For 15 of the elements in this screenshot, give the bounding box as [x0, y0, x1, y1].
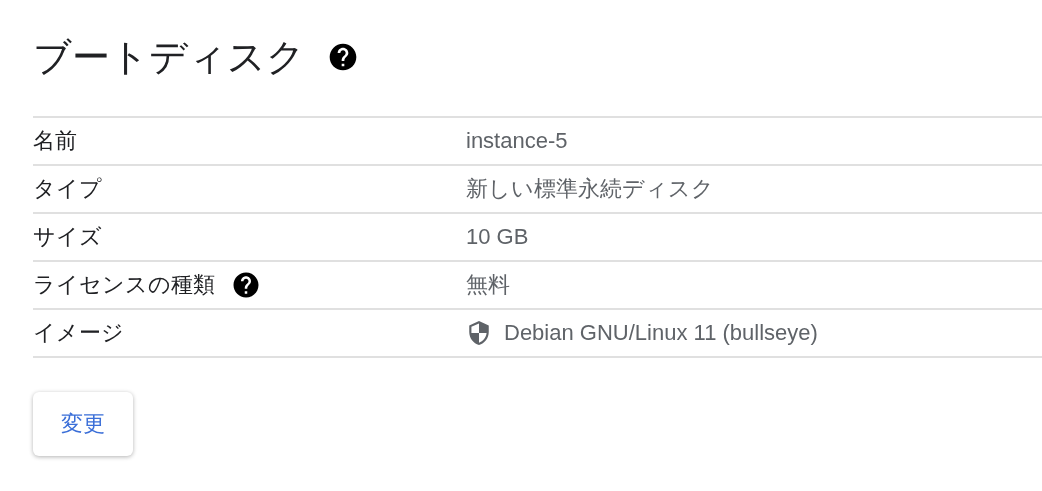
change-button[interactable]: 変更 [33, 392, 133, 456]
row-value: 無料 [466, 271, 510, 299]
row-label: 名前 [33, 127, 77, 155]
row-label: ライセンスの種類 [33, 271, 215, 299]
help-icon[interactable] [327, 41, 359, 73]
row-label: サイズ [33, 223, 102, 251]
help-icon[interactable] [231, 270, 261, 300]
row-value: instance-5 [466, 128, 568, 154]
row-value: 10 GB [466, 224, 529, 250]
row-label: タイプ [33, 175, 102, 203]
row-value: 新しい標準永続ディスク [466, 175, 714, 203]
row-value: Debian GNU/Linux 11 (bullseye) [504, 320, 818, 346]
row-label: イメージ [33, 319, 124, 347]
shield-icon [466, 320, 492, 346]
section-title: ブートディスク [33, 34, 305, 80]
